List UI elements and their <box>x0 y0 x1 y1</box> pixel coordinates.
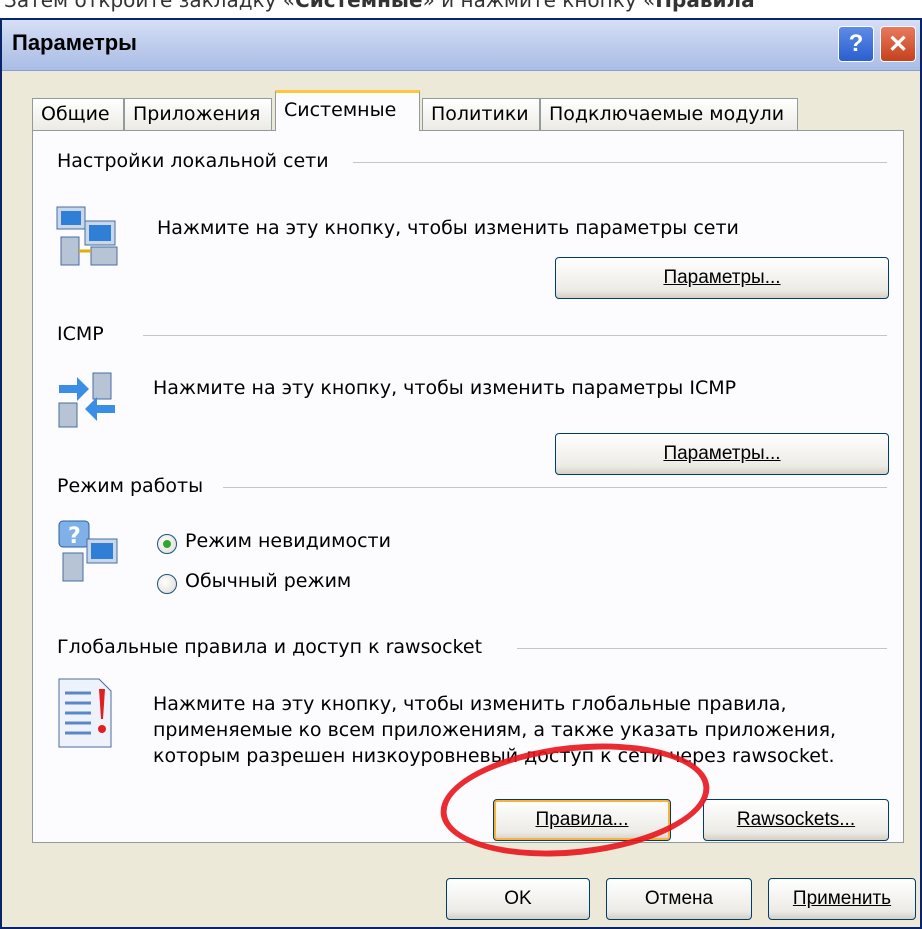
tab-strip: Общие Приложения Системные Политики Подк… <box>32 90 892 131</box>
icmp-group-title: ICMP <box>57 323 116 345</box>
global-description-line-1: Нажмите на эту кнопку, чтобы изменить гл… <box>153 693 787 715</box>
instruction-caption: Затем откройте закладку «Системные» и на… <box>4 0 922 14</box>
normal-mode-radio[interactable] <box>157 574 177 594</box>
system-tab-panel: Настройки локальной сети Нажмите на эту … <box>32 130 904 843</box>
help-button[interactable]: ? <box>838 26 874 62</box>
cancel-button[interactable]: Отмена <box>606 878 752 920</box>
lan-group-line <box>353 162 887 163</box>
tab-system[interactable]: Системные <box>275 90 420 131</box>
mode-group-title: Режим работы <box>57 475 216 497</box>
close-icon: ✕ <box>887 30 909 58</box>
ok-button-label: OK <box>504 888 532 909</box>
rawsockets-button-label: Rawsockets... <box>736 809 856 830</box>
question-computer-icon: ? <box>58 520 118 582</box>
global-description-line-2: применяемые ко всем приложениям, а также… <box>153 719 837 741</box>
close-button[interactable]: ✕ <box>880 26 916 62</box>
cancel-button-label: Отмена <box>644 888 714 909</box>
lan-parameters-button[interactable]: Параметры... <box>555 257 889 299</box>
lan-parameters-button-label: Параметры... <box>663 267 781 288</box>
help-icon: ? <box>848 30 864 57</box>
ok-button[interactable]: OK <box>446 878 590 920</box>
network-computers-icon <box>56 206 118 266</box>
normal-mode-label[interactable]: Обычный режим <box>185 570 351 592</box>
caption-button-name: Правила <box>655 0 755 12</box>
rawsockets-button[interactable]: Rawsockets... <box>703 799 889 841</box>
global-group-title: Глобальные правила и доступ к rawsocket <box>57 636 495 658</box>
icmp-parameters-button[interactable]: Параметры... <box>555 433 889 475</box>
apply-button-label: Применить <box>792 888 892 909</box>
stealth-mode-radio[interactable] <box>157 534 177 554</box>
window-title: Параметры <box>12 30 137 55</box>
lan-description: Нажмите на эту кнопку, чтобы изменить па… <box>157 217 739 239</box>
rules-button-label: Правила... <box>535 809 629 830</box>
global-group-line <box>517 648 887 649</box>
caption-middle: » и нажмите кнопку « <box>422 0 656 12</box>
tab-plugins[interactable]: Подключаемые модули <box>540 98 798 130</box>
lan-group-title: Настройки локальной сети <box>57 150 341 172</box>
caption-tab-name: Системные <box>295 0 423 12</box>
icmp-description: Нажмите на эту кнопку, чтобы изменить па… <box>153 377 737 399</box>
rules-button[interactable]: Правила... <box>493 799 671 841</box>
mode-group-line <box>223 487 887 488</box>
icmp-parameters-button-label: Параметры... <box>663 443 781 464</box>
stealth-mode-label[interactable]: Режим невидимости <box>185 530 391 552</box>
apply-button[interactable]: Применить <box>768 878 916 920</box>
parameters-dialog: Параметры ? ✕ Общие Приложения Системные… <box>0 18 922 929</box>
icmp-group-line <box>143 335 887 336</box>
tab-policies[interactable]: Политики <box>422 98 540 130</box>
tab-applications[interactable]: Приложения <box>124 98 272 130</box>
tab-general[interactable]: Общие <box>32 98 124 130</box>
icmp-exchange-icon <box>58 372 115 428</box>
document-warning-icon <box>58 678 112 748</box>
title-bar[interactable]: Параметры ? ✕ <box>2 20 920 71</box>
svg-text:?: ? <box>68 524 81 549</box>
caption-prefix: Затем откройте закладку « <box>4 0 296 12</box>
global-description-line-3: которым разрешен низкоуровневый доступ к… <box>153 745 835 767</box>
